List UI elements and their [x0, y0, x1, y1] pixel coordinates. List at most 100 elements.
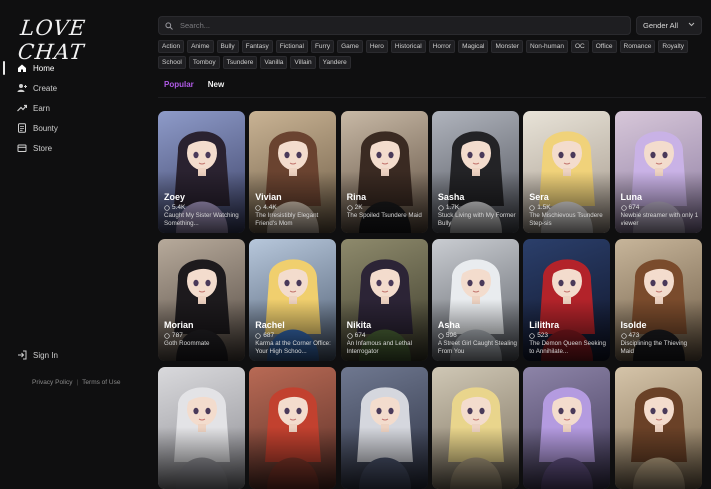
- sidebar-item-label: Earn: [33, 103, 50, 113]
- tag-chip[interactable]: Fictional: [275, 40, 308, 53]
- chat-count-value: 523: [537, 332, 549, 339]
- character-card[interactable]: Asha 596 A Street Girl Caught Stealing Fro…: [431, 239, 519, 361]
- character-card[interactable]: Rina 2K The Spoiled Tsundere Maid: [340, 111, 428, 233]
- character-card[interactable]: Morian 787 Goth Roommate: [158, 239, 245, 361]
- sidebar-item-label: Home: [33, 63, 55, 73]
- character-name: Zoey: [164, 192, 186, 202]
- character-name: Vivian: [255, 192, 282, 202]
- character-card[interactable]: Isolde 473 Disciplining the Thieving Maid: [614, 239, 702, 361]
- character-description: The Mischievous Tsundere Step-sis: [529, 212, 603, 227]
- sign-in-icon: [17, 350, 27, 360]
- chat-count-value: 2K: [354, 204, 363, 211]
- chat-bubble-icon: [529, 332, 535, 339]
- chat-bubble-icon: [620, 204, 627, 211]
- sidebar-item-store[interactable]: Store: [0, 138, 148, 158]
- gender-filter-select[interactable]: Gender All: [636, 16, 702, 35]
- sidebar-item-label: Store: [33, 143, 53, 153]
- sidebar-item-bounty[interactable]: Bounty: [0, 118, 148, 138]
- tag-chip[interactable]: Vanilla: [260, 56, 288, 69]
- tag-chip[interactable]: Hero: [365, 40, 388, 53]
- sidebar: LOVE CHAT Home Create Earn Bounty Store …: [0, 0, 148, 400]
- character-card[interactable]: Vivian 4.4K The Irresistibly Elegant Frien…: [249, 111, 337, 233]
- sidebar-item-label: Create: [33, 83, 58, 93]
- chat-count-value: 5.4K: [172, 204, 186, 211]
- sidebar-item-earn[interactable]: Earn: [0, 98, 148, 118]
- app-logo[interactable]: LOVE CHAT: [17, 16, 140, 64]
- character-name: Luna: [620, 192, 643, 202]
- document-icon: [17, 123, 27, 133]
- character-name: Asha: [437, 320, 460, 330]
- tab-new[interactable]: New: [208, 80, 224, 89]
- tag-chip[interactable]: Action: [158, 40, 185, 53]
- sidebar-item-label: Bounty: [33, 123, 58, 133]
- character-card[interactable]: Rachel 687 Karma at the Corner Office: You…: [249, 239, 337, 361]
- chat-count: 674: [346, 332, 366, 339]
- chat-count: 5.4K: [164, 204, 185, 211]
- privacy-policy-link[interactable]: Privacy Policy: [32, 379, 72, 386]
- tag-chip[interactable]: Non-human: [525, 40, 568, 53]
- card-gradient-overlay: [431, 427, 519, 489]
- character-card[interactable]: [614, 367, 702, 489]
- tag-chip[interactable]: Office: [591, 40, 617, 53]
- chat-count: 1.7K: [438, 204, 459, 211]
- character-description: The Demon Queen Seeking to Annihilate...: [529, 340, 606, 355]
- sign-in-label: Sign In: [33, 350, 58, 360]
- chat-count-value: 787: [172, 332, 183, 339]
- tag-chip[interactable]: Anime: [187, 40, 214, 53]
- footer-links: Privacy Policy | Terms of Use: [32, 379, 120, 386]
- card-gradient-overlay: [614, 427, 702, 489]
- tag-chip[interactable]: Villain: [290, 56, 316, 69]
- tag-chip[interactable]: Yandere: [318, 56, 351, 69]
- tab-popular[interactable]: Popular: [164, 80, 194, 89]
- search-input[interactable]: [178, 20, 622, 31]
- chat-count: 1.5K: [529, 204, 551, 211]
- character-description: Goth Roommate: [164, 340, 210, 347]
- tag-chip[interactable]: Magical: [458, 40, 489, 53]
- sidebar-nav: Home Create Earn Bounty Store: [0, 58, 148, 158]
- home-icon: [17, 63, 27, 73]
- chat-count-value: 473: [628, 332, 640, 339]
- character-card[interactable]: [249, 367, 337, 489]
- chat-count-value: 674: [354, 332, 366, 339]
- tag-chip[interactable]: Romance: [619, 40, 656, 53]
- character-card[interactable]: Luna 674 Newbie streamer with only 1 viewe…: [614, 111, 702, 233]
- character-card[interactable]: Sera 1.5K The Mischievous Tsundere Step-si…: [523, 111, 611, 233]
- tag-chip[interactable]: Game: [337, 40, 363, 53]
- tag-chip[interactable]: Horror: [428, 40, 456, 53]
- sign-in-button[interactable]: Sign In: [17, 350, 58, 360]
- chat-count: 2K: [346, 204, 363, 211]
- card-gradient-overlay: [249, 427, 337, 489]
- character-card[interactable]: [523, 367, 611, 489]
- tag-chip[interactable]: School: [158, 56, 186, 69]
- terms-of-use-link[interactable]: Terms of Use: [82, 379, 120, 386]
- tag-chip[interactable]: Tsundere: [222, 56, 258, 69]
- search-bar[interactable]: [158, 16, 631, 35]
- tag-chip[interactable]: Furry: [310, 40, 335, 53]
- tag-filter-list: Action Anime Bully Fantasy Fictional Furry Gam…: [158, 40, 706, 69]
- tag-chip[interactable]: Tomboy: [188, 56, 220, 69]
- tag-chip[interactable]: Monster: [491, 40, 523, 53]
- character-card[interactable]: [340, 367, 428, 489]
- footer-separator: |: [76, 379, 79, 386]
- chat-bubble-icon: [346, 204, 353, 211]
- tag-chip[interactable]: Royalty: [658, 40, 689, 53]
- card-gradient-overlay: [523, 427, 611, 489]
- character-description: Disciplining the Thieving Maid: [620, 340, 688, 355]
- chat-bubble-icon: [164, 332, 170, 339]
- card-gradient-overlay: [158, 427, 245, 489]
- chat-count: 674: [620, 204, 639, 211]
- character-card[interactable]: [431, 367, 519, 489]
- sidebar-item-home[interactable]: Home: [0, 58, 148, 78]
- character-card[interactable]: [158, 367, 245, 489]
- tag-chip[interactable]: OC: [570, 40, 589, 53]
- chat-count-value: 596: [445, 332, 457, 339]
- character-card[interactable]: Sasha 1.7K Stuck Living with My Former Bul…: [431, 111, 519, 233]
- character-card[interactable]: Lilithra 523 The Demon Queen Seeking to An…: [523, 239, 611, 361]
- tag-chip[interactable]: Fantasy: [241, 40, 273, 53]
- sidebar-item-create[interactable]: Create: [0, 78, 148, 98]
- character-card[interactable]: Zoey 5.4K Caught My Sister Watching Someth…: [158, 111, 245, 233]
- character-card[interactable]: Nikita 674 An Infamous and Lethal Interrog…: [340, 239, 428, 361]
- chat-count: 523: [529, 332, 548, 339]
- tag-chip[interactable]: Bully: [216, 40, 239, 53]
- tag-chip[interactable]: Historical: [390, 40, 426, 53]
